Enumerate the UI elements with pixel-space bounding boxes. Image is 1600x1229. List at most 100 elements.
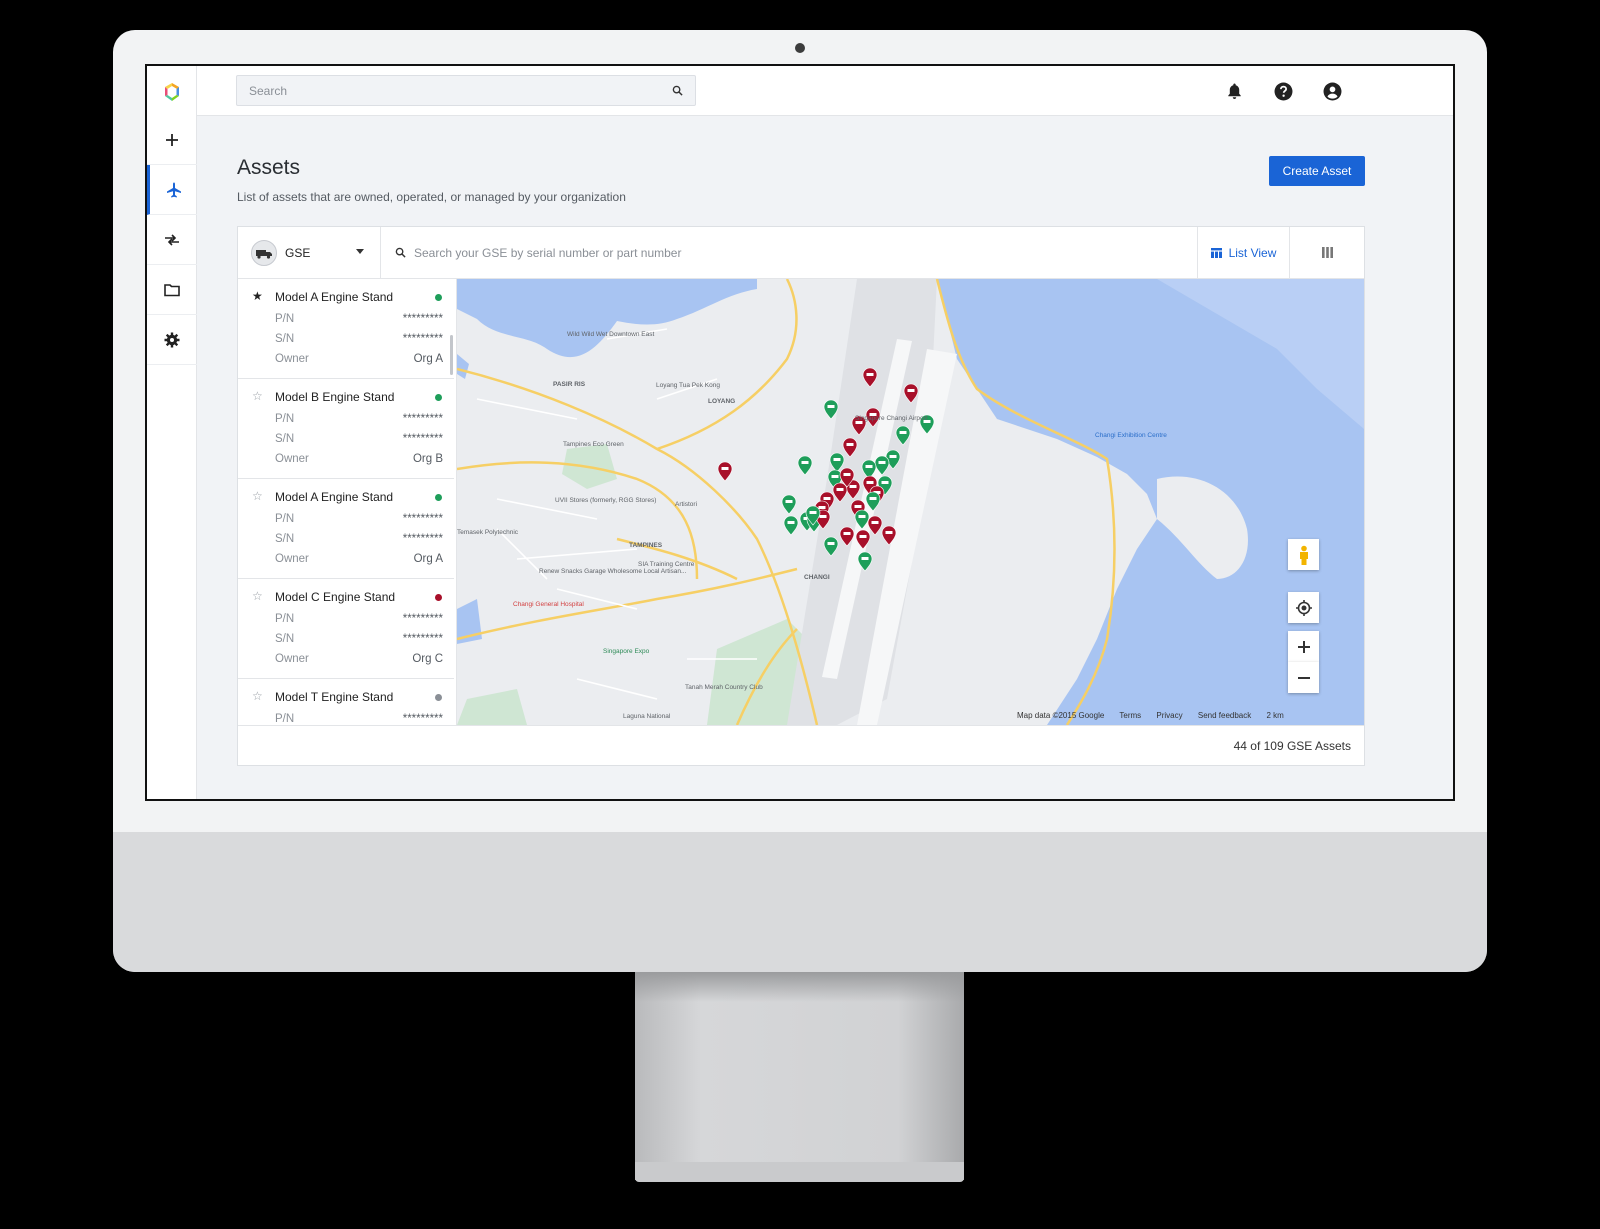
asset-type-dropdown[interactable]: GSE [238,227,381,278]
monitor-stand [635,972,964,1180]
pin-vehicle-icon [885,531,893,534]
asset-name: Model A Engine Stand [275,490,394,504]
list-item[interactable]: ★ Model A Engine Stand P/N ********* S/N *… [238,279,454,379]
device-mockup: Assets List of assets that are owned, op… [0,0,1600,1229]
list-item[interactable]: ☆ Model C Engine Stand P/N ********* S/N *… [238,579,454,679]
list-item[interactable]: ☆ Model T Engine Stand P/N ********* [238,679,454,725]
pin-vehicle-icon [827,542,835,545]
asset-owner-row: Owner Org C [275,653,443,665]
pin-vehicle-icon [785,500,793,503]
global-search-input[interactable] [249,83,672,98]
map-terms-link[interactable]: Terms [1119,711,1141,720]
notifications-bell-icon[interactable] [1223,80,1245,102]
list-view-label: List View [1228,245,1277,260]
app-screen: Assets List of assets that are owned, op… [147,66,1453,799]
map-label: PASIR RIS [553,381,586,388]
pin-vehicle-icon [801,461,809,464]
app-logo-icon[interactable] [161,81,183,103]
asset-owner-row: Owner Org A [275,353,443,365]
map-label: Changi Exhibition Centre [1095,432,1167,439]
map-label: Laguna National [623,713,671,720]
columns-button[interactable] [1289,227,1364,278]
asset-sn-row: S/N ********* [275,433,443,445]
pin-vehicle-icon [881,481,889,484]
asset-pn-row: P/N ********* [275,313,443,325]
map-label: TAMPINES [629,542,663,549]
plus-icon [1297,640,1310,653]
zoom-out-button[interactable] [1288,662,1319,693]
pn-value: ********* [402,713,443,725]
star-outline-icon[interactable]: ☆ [252,489,263,503]
asset-name: Model B Engine Stand [275,390,395,404]
list-scrollbar[interactable] [450,335,453,375]
asset-count: 44 of 109 GSE Assets [1233,739,1351,753]
star-filled-icon[interactable]: ★ [252,289,263,303]
sidebar-item-transfers[interactable] [147,215,197,265]
gear-icon [164,332,180,347]
map-attribution: Map data ©2015 Google Terms Privacy Send… [1017,711,1297,720]
gse-search-input[interactable] [414,245,1114,260]
asset-sn-row: S/N ********* [275,633,443,645]
map-feedback-link[interactable]: Send feedback [1198,711,1251,720]
status-dot [435,394,442,401]
pin-vehicle-icon [836,488,844,491]
panel-footer: 44 of 109 GSE Assets [238,725,1364,765]
pin-vehicle-icon [854,505,862,508]
pin-vehicle-icon [878,461,886,464]
zoom-in-button[interactable] [1288,631,1319,662]
map-data-text: Map data ©2015 Google [1017,711,1105,720]
street-view-pegman-icon[interactable] [1288,539,1319,570]
sn-label: S/N [275,533,295,545]
asset-name: Model C Engine Stand [275,590,396,604]
status-dot [435,494,442,501]
map-privacy-link[interactable]: Privacy [1156,711,1182,720]
map-label: UVII Stores (formerly, RGG Stores) [555,497,657,504]
list-item[interactable]: ☆ Model A Engine Stand P/N ********* S/N *… [238,479,454,579]
asset-owner-row: Owner Org A [275,553,443,565]
owner-label: Owner [275,553,309,565]
sidebar-item-assets[interactable] [147,165,197,215]
sidebar-add-button[interactable] [147,115,197,165]
owner-value: Org B [412,453,443,465]
sidebar [147,66,197,799]
pin-vehicle-icon [846,443,854,446]
list-view-button[interactable]: List View [1197,227,1289,278]
search-icon [395,247,406,258]
pin-vehicle-icon [823,497,831,500]
pn-label: P/N [275,513,295,525]
map-label: SIA Training Centre [638,561,695,568]
pn-label: P/N [275,713,295,725]
star-outline-icon[interactable]: ☆ [252,689,263,703]
columns-icon [1321,247,1333,258]
chevron-down-icon [356,249,364,254]
status-dot [435,294,442,301]
pin-vehicle-icon [907,389,915,392]
pin-vehicle-icon [889,455,897,458]
pin-vehicle-icon [809,511,817,514]
pin-vehicle-icon [866,373,874,376]
owner-value: Org A [413,553,443,565]
pin-vehicle-icon [827,405,835,408]
sidebar-item-documents[interactable] [147,265,197,315]
map-label: Artistori [675,501,698,508]
help-icon[interactable] [1272,80,1294,102]
map-label: Temasek Polytechnic [457,529,519,536]
my-location-icon[interactable] [1288,592,1319,623]
map-scale-label: 2 km [1266,711,1284,720]
create-asset-button[interactable]: Create Asset [1269,156,1365,186]
list-item[interactable]: ☆ Model B Engine Stand P/N ********* S/N *… [238,379,454,479]
gse-search [381,227,1197,278]
sidebar-item-settings[interactable] [147,315,197,365]
asset-list: ★ Model A Engine Stand P/N ********* S/N *… [238,279,457,725]
asset-map[interactable]: PASIR RIS LOYANG TAMPINES CHANGI Loyang … [457,279,1364,725]
star-outline-icon[interactable]: ☆ [252,389,263,403]
search-icon[interactable] [672,85,683,96]
pn-label: P/N [275,413,295,425]
star-outline-icon[interactable]: ☆ [252,589,263,603]
map-label: Changi General Hospital [513,601,584,608]
pin-vehicle-icon [899,431,907,434]
user-account-icon[interactable] [1321,80,1343,102]
asset-type-label: GSE [285,245,311,260]
asset-sn-row: S/N ********* [275,333,443,345]
status-dot [435,694,442,701]
